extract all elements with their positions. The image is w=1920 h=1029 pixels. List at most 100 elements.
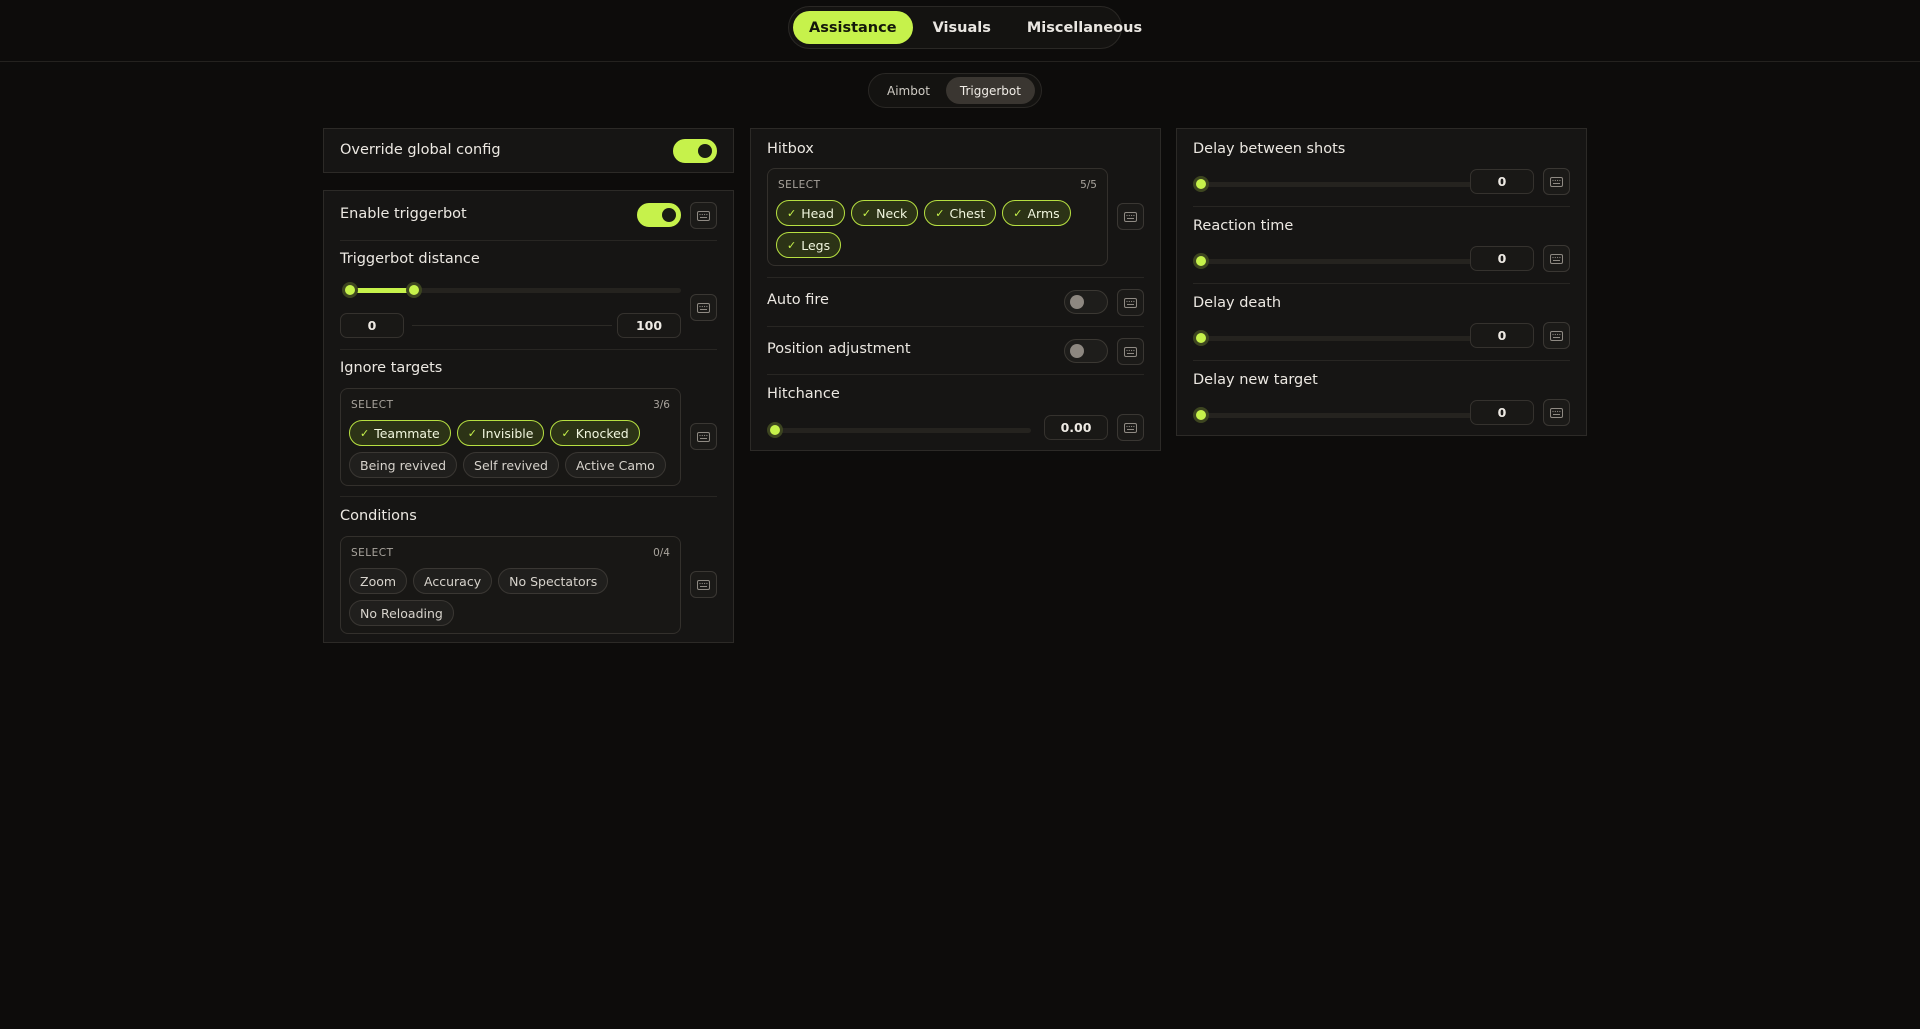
chip-label: Active Camo [575,457,655,473]
keybind-button[interactable] [690,294,717,321]
tab-aimbot[interactable]: Aimbot [873,77,944,104]
delay-death-input[interactable]: 0 [1470,323,1534,348]
divider [340,349,717,350]
hitchance-slider-track[interactable] [771,428,1031,433]
keybind-button[interactable] [690,423,717,450]
auto-fire-toggle[interactable] [1064,290,1108,314]
select-title: SELECT [351,399,394,411]
chip-label: Zoom [360,573,397,589]
distance-max-handle[interactable] [406,282,423,298]
delays-panel: Delay between shots 0 Reaction time 0 De… [1176,128,1587,436]
chip-chest[interactable]: ✓ Chest [924,200,997,226]
keybind-button[interactable] [1117,414,1144,441]
chip-no-spectators[interactable]: No Spectators [498,568,609,594]
chip-knocked[interactable]: ✓ Knocked [550,420,640,446]
chip-label: Arms [1027,205,1060,221]
divider [1193,283,1570,284]
header-divider [0,61,1920,62]
chip-label: Knocked [575,425,629,441]
keybind-button[interactable] [1543,399,1570,426]
keybind-button[interactable] [1543,168,1570,195]
chip-self-revived[interactable]: Self revived [463,452,559,478]
divider [340,496,717,497]
tab-assistance[interactable]: Assistance [793,11,913,44]
select-count: 0/4 [653,547,670,559]
chip-label: Being revived [360,457,447,473]
delay-new-target-input[interactable]: 0 [1470,400,1534,425]
chip-invisible[interactable]: ✓ Invisible [456,420,545,446]
keyboard-icon [1550,407,1563,418]
select-count: 5/5 [1080,179,1097,191]
sub-tab-bar: Aimbot Triggerbot [868,73,1042,108]
chip-legs[interactable]: ✓ Legs [776,232,842,258]
reaction-time-handle[interactable] [1193,253,1209,269]
reaction-time-track[interactable] [1197,259,1477,264]
chip-no-reloading[interactable]: No Reloading [349,600,454,626]
chip-zoom[interactable]: Zoom [349,568,408,594]
chip-label: Self revived [474,457,548,473]
chip-arms[interactable]: ✓ Arms [1002,200,1071,226]
delay-death-label: Delay death [1193,295,1282,311]
delay-new-target-track[interactable] [1197,413,1477,418]
check-icon: ✓ [467,426,477,440]
delay-new-target-label: Delay new target [1193,372,1318,388]
delay-death-track[interactable] [1197,336,1477,341]
divider [767,326,1144,327]
keybind-button[interactable] [1117,289,1144,316]
chip-head[interactable]: ✓ Head [776,200,845,226]
hitchance-input[interactable]: 0.00 [1044,415,1108,440]
keybind-button[interactable] [1117,338,1144,365]
chip-label: Teammate [374,425,440,441]
tab-miscellaneous[interactable]: Miscellaneous [1011,11,1158,44]
delay-new-target-handle[interactable] [1193,407,1209,423]
override-toggle[interactable] [673,139,717,163]
toggle-knob [1070,295,1084,309]
keyboard-icon [1550,176,1563,187]
tab-triggerbot[interactable]: Triggerbot [945,77,1035,104]
check-icon: ✓ [561,426,571,440]
keyboard-icon [1550,330,1563,341]
chip-label: Invisible [481,425,534,441]
triggerbot-panel: Enable triggerbot Triggerbot distance 0 … [323,190,734,643]
distance-min-input[interactable]: 0 [340,313,404,338]
delay-death-handle[interactable] [1193,330,1209,346]
keybind-button[interactable] [1117,203,1144,230]
delay-between-shots-track[interactable] [1197,182,1477,187]
hitchance-slider-handle[interactable] [767,422,783,438]
keyboard-icon [697,302,710,313]
ignore-targets-select[interactable]: SELECT 3/6 ✓ Teammate ✓ Invisible ✓ Knocked… [340,388,681,486]
chip-label: Legs [801,237,831,253]
distance-max-input[interactable]: 100 [617,313,681,338]
distance-min-handle[interactable] [342,282,358,298]
chip-active-camo[interactable]: Active Camo [564,452,666,478]
hitbox-panel: Hitbox SELECT 5/5 ✓ Head ✓ Neck ✓ Chest ✓ Ar… [750,128,1161,451]
conditions-chips: Zoom Accuracy No Spectators No Reloading [349,568,672,626]
toggle-knob [662,208,676,222]
keybind-button[interactable] [1543,322,1570,349]
chip-neck[interactable]: ✓ Neck [850,200,919,226]
chip-teammate[interactable]: ✓ Teammate [349,420,451,446]
reaction-time-input[interactable]: 0 [1470,246,1534,271]
conditions-select[interactable]: SELECT 0/4 Zoom Accuracy No Spectators N… [340,536,681,634]
keyboard-icon [697,210,710,221]
keybind-button[interactable] [690,202,717,229]
position-adjustment-toggle[interactable] [1064,339,1108,363]
reaction-time-label: Reaction time [1193,218,1294,234]
keyboard-icon [1124,297,1137,308]
keybind-button[interactable] [1543,245,1570,272]
override-label: Override global config [340,142,501,158]
delay-between-shots-handle[interactable] [1193,176,1209,192]
divider [767,374,1144,375]
keybind-button[interactable] [690,571,717,598]
chip-being-revived[interactable]: Being revived [349,452,458,478]
hitchance-label: Hitchance [767,386,840,402]
distance-slider-fill [350,288,415,293]
enable-triggerbot-toggle[interactable] [637,203,681,227]
delay-between-shots-input[interactable]: 0 [1470,169,1534,194]
divider [1193,206,1570,207]
chip-accuracy[interactable]: Accuracy [413,568,493,594]
divider [767,277,1144,278]
tab-visuals[interactable]: Visuals [917,11,1007,44]
hitbox-select[interactable]: SELECT 5/5 ✓ Head ✓ Neck ✓ Chest ✓ Arms ✓ Leg… [767,168,1108,266]
chip-label: Head [801,205,834,221]
